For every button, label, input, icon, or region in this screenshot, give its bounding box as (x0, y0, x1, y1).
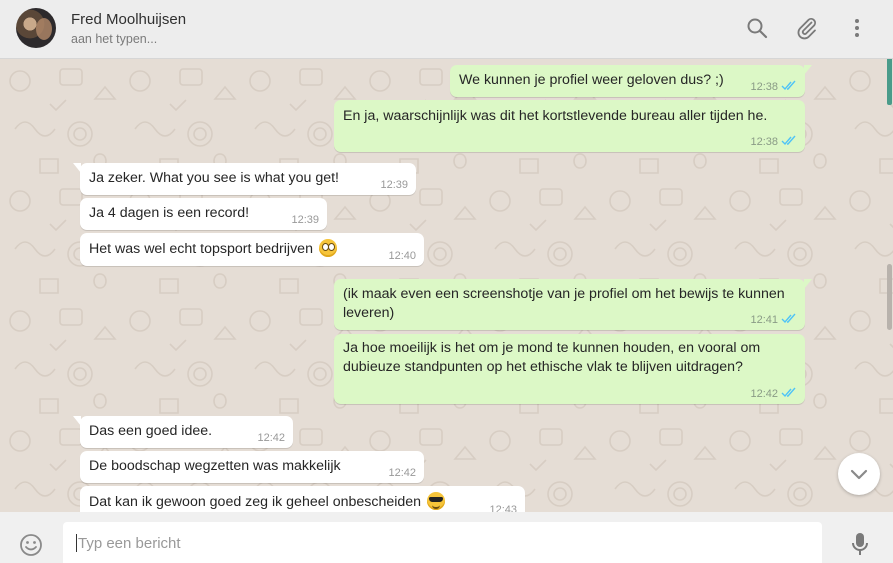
message-time: 12:38 (750, 135, 797, 148)
message-outgoing[interactable]: Ja hoe moeilijk is het om je mond te kun… (334, 334, 805, 404)
message-text: Ja zeker. What you see is what you get! (89, 170, 339, 186)
chat-header: Fred Moolhuijsen aan het typen... (0, 0, 893, 59)
message-text: (ik maak even een screenshotje van je pr… (343, 286, 785, 321)
message-time: 12:42 (257, 432, 285, 444)
emoji-icon[interactable] (19, 533, 43, 557)
search-icon[interactable] (745, 16, 769, 40)
message-outgoing[interactable]: (ik maak even een screenshotje van je pr… (334, 279, 812, 330)
message-incoming[interactable]: Dat kan ik gewoon goed zeg ik geheel onb… (80, 486, 525, 512)
chat-scrollbar[interactable] (886, 59, 893, 512)
message-incoming[interactable]: Het was wel echt topsport bedrijven 12:4… (80, 233, 424, 266)
contact-name[interactable]: Fred Moolhuijsen (71, 11, 186, 28)
message-incoming[interactable]: Ja zeker. What you see is what you get! … (73, 163, 416, 195)
rolling-eyes-emoji-icon (318, 239, 337, 257)
contact-status: aan het typen... (71, 32, 158, 46)
message-text: De boodschap wegzetten was makkelijk (89, 458, 341, 474)
message-time: 12:42 (388, 467, 416, 479)
attach-icon[interactable] (795, 16, 819, 40)
microphone-icon[interactable] (850, 532, 870, 556)
message-list[interactable]: We kunnen je profiel weer geloven dus? ;… (0, 59, 893, 512)
message-text: We kunnen je profiel weer geloven dus? ;… (459, 72, 724, 88)
message-text: Das een goed idee. (89, 423, 213, 439)
message-time: 12:39 (291, 214, 319, 226)
message-incoming[interactable]: Das een goed idee. 12:42 (73, 416, 293, 448)
message-text: Dat kan ik gewoon goed zeg ik geheel onb… (89, 492, 446, 512)
compose-bar: Typ een bericht (0, 512, 893, 563)
scrollbar-thumb[interactable] (887, 264, 892, 330)
message-text: Ja hoe moeilijk is het om je mond te kun… (343, 340, 761, 375)
message-outgoing[interactable]: En ja, waarschijnlijk was dit het kortst… (334, 100, 805, 152)
message-time: 12:39 (380, 179, 408, 191)
scroll-down-button[interactable] (838, 453, 880, 495)
message-time: 12:38 (750, 80, 797, 93)
message-input-placeholder: Typ een bericht (78, 535, 181, 552)
message-time: 12:43 (489, 504, 517, 512)
text-caret (76, 534, 77, 552)
message-text: En ja, waarschijnlijk was dit het kortst… (343, 108, 768, 124)
message-text: Ja 4 dagen is een record! (89, 205, 250, 221)
read-ticks-icon (781, 80, 796, 91)
message-text: Het was wel echt topsport bedrijven (89, 239, 337, 259)
message-outgoing[interactable]: We kunnen je profiel weer geloven dus? ;… (450, 65, 812, 97)
read-ticks-icon (781, 387, 796, 398)
message-time: 12:41 (750, 313, 797, 326)
contact-avatar[interactable] (16, 8, 56, 48)
message-time: 12:42 (750, 387, 797, 400)
chevron-down-icon (850, 469, 868, 480)
read-ticks-icon (781, 135, 796, 146)
sunglasses-emoji-icon (427, 492, 446, 510)
menu-icon[interactable] (845, 16, 869, 40)
scrollbar-indicator (887, 59, 892, 105)
message-incoming[interactable]: Ja 4 dagen is een record! 12:39 (80, 198, 327, 230)
message-input[interactable]: Typ een bericht (63, 522, 822, 563)
message-incoming[interactable]: De boodschap wegzetten was makkelijk 12:… (80, 451, 424, 483)
read-ticks-icon (781, 313, 796, 324)
message-time: 12:40 (388, 250, 416, 262)
